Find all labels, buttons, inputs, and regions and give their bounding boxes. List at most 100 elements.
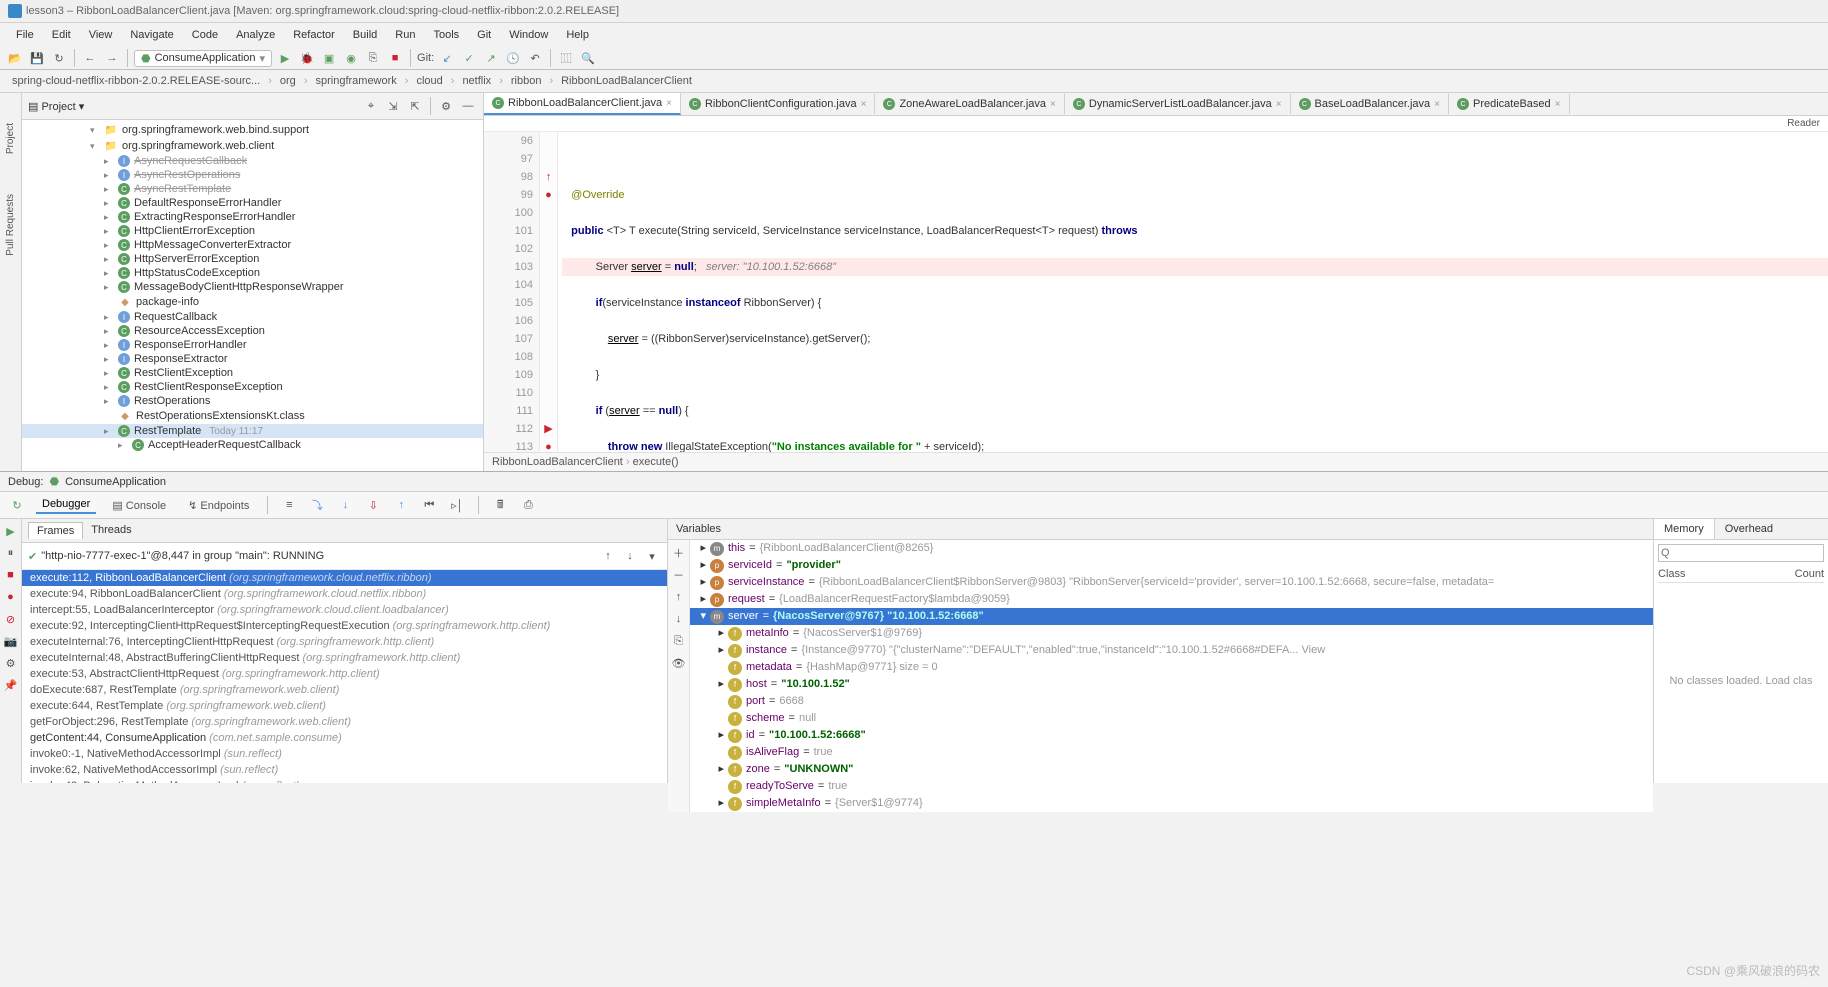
- menu-code[interactable]: Code: [184, 27, 226, 43]
- git-history-icon[interactable]: 🕓: [504, 49, 522, 67]
- variable-row[interactable]: f isAliveFlag = true: [690, 744, 1653, 761]
- menu-navigate[interactable]: Navigate: [122, 27, 181, 43]
- tree-item[interactable]: ▸CRestTemplateToday 11:17: [22, 424, 483, 438]
- frames-nav-icon[interactable]: ≡: [280, 496, 298, 514]
- stack-frame[interactable]: invoke:43, DelegatingMethodAccessorImpl …: [22, 778, 667, 783]
- run-icon[interactable]: ▶: [276, 49, 294, 67]
- tree-item[interactable]: ◆RestOperationsExtensionsKt.class: [22, 408, 483, 424]
- resume-icon[interactable]: ▶: [3, 523, 19, 539]
- breadcrumb-item[interactable]: ribbon: [507, 74, 546, 88]
- profile-icon[interactable]: ◉: [342, 49, 360, 67]
- variable-row[interactable]: ▸f instance = {Instance@9770} "{"cluster…: [690, 642, 1653, 659]
- menu-run[interactable]: Run: [387, 27, 423, 43]
- memory-search-input[interactable]: [1658, 544, 1824, 562]
- project-tool-tab[interactable]: Project: [5, 123, 16, 154]
- console-tab[interactable]: ▤ Console: [106, 497, 172, 514]
- collapse-all-icon[interactable]: ⇱: [406, 97, 424, 115]
- add-watch-icon[interactable]: ＋: [670, 544, 688, 562]
- tree-item[interactable]: ▸CHttpMessageConverterExtractor: [22, 238, 483, 252]
- git-rollback-icon[interactable]: ↶: [526, 49, 544, 67]
- menu-analyze[interactable]: Analyze: [228, 27, 283, 43]
- coverage-icon[interactable]: ▣: [320, 49, 338, 67]
- git-update-icon[interactable]: ↙: [438, 49, 456, 67]
- run-to-cursor-icon[interactable]: ▹│: [448, 496, 466, 514]
- overhead-tab[interactable]: Overhead: [1715, 519, 1783, 539]
- tree-item[interactable]: ▸IAsyncRequestCallback: [22, 154, 483, 168]
- search-icon[interactable]: 🔍: [579, 49, 597, 67]
- git-push-icon[interactable]: ↗: [482, 49, 500, 67]
- menu-build[interactable]: Build: [345, 27, 385, 43]
- stack-frame[interactable]: execute:112, RibbonLoadBalancerClient (o…: [22, 570, 667, 586]
- watch-up-icon[interactable]: ↑: [670, 588, 688, 606]
- stop-icon[interactable]: ■: [386, 49, 404, 67]
- tree-item[interactable]: ▸CRestClientException: [22, 366, 483, 380]
- stack-frame[interactable]: execute:94, RibbonLoadBalancerClient (or…: [22, 586, 667, 602]
- variable-row[interactable]: ▸f zone = "UNKNOWN": [690, 761, 1653, 778]
- run-config-selector[interactable]: ⬣ ConsumeApplication ▾: [134, 50, 272, 67]
- variable-row[interactable]: ▸f simpleMetaInfo = {Server$1@9774}: [690, 795, 1653, 812]
- tree-item[interactable]: ▸CRestClientResponseException: [22, 380, 483, 394]
- select-file-icon[interactable]: ⌖: [362, 97, 380, 115]
- editor-tab[interactable]: CRibbonClientConfiguration.java×: [681, 94, 876, 114]
- tree-item[interactable]: ◆package-info: [22, 294, 483, 310]
- code-breadcrumbs[interactable]: RibbonLoadBalancerClient › execute(): [484, 452, 1828, 471]
- attach-icon[interactable]: ⎘: [364, 49, 382, 67]
- close-tab-icon[interactable]: ×: [1434, 99, 1440, 110]
- step-out-icon[interactable]: ↑: [392, 496, 410, 514]
- close-tab-icon[interactable]: ×: [861, 99, 867, 110]
- close-tab-icon[interactable]: ×: [666, 98, 672, 109]
- variable-row[interactable]: ▸p serviceId = "provider": [690, 557, 1653, 574]
- tree-item[interactable]: ▸IResponseErrorHandler: [22, 338, 483, 352]
- sync-icon[interactable]: ↻: [50, 49, 68, 67]
- copy-watch-icon[interactable]: ⎘: [670, 632, 688, 650]
- stack-frame[interactable]: executeInternal:48, AbstractBufferingCli…: [22, 650, 667, 666]
- stack-frame[interactable]: executeInternal:76, InterceptingClientHt…: [22, 634, 667, 650]
- project-tree[interactable]: ▾📁org.springframework.web.bind.support▾📁…: [22, 120, 483, 471]
- breakpoints-icon[interactable]: ●: [3, 589, 19, 605]
- breadcrumb-item[interactable]: cloud: [412, 74, 446, 88]
- stack-frame[interactable]: execute:644, RestTemplate (org.springfra…: [22, 698, 667, 714]
- variable-row[interactable]: ▸f metaInfo = {NacosServer$1@9769}: [690, 625, 1653, 642]
- editor-tab[interactable]: CDynamicServerListLoadBalancer.java×: [1065, 94, 1291, 114]
- tree-item[interactable]: ▸CHttpServerErrorException: [22, 252, 483, 266]
- variable-row[interactable]: f readyToServe = true: [690, 778, 1653, 795]
- code-editor[interactable]: @Override public <T> T execute(String se…: [558, 132, 1828, 452]
- pin-icon[interactable]: 📌: [3, 677, 19, 693]
- show-watches-icon[interactable]: 👁: [670, 654, 688, 672]
- breadcrumb-item[interactable]: spring-cloud-netflix-ribbon-2.0.2.RELEAS…: [8, 74, 264, 88]
- stack-frame[interactable]: execute:53, AbstractClientHttpRequest (o…: [22, 666, 667, 682]
- debug-icon[interactable]: 🐞: [298, 49, 316, 67]
- open-icon[interactable]: 📂: [6, 49, 24, 67]
- tree-item[interactable]: ▸CHttpStatusCodeException: [22, 266, 483, 280]
- editor-tab[interactable]: CRibbonLoadBalancerClient.java×: [484, 93, 681, 115]
- tree-item[interactable]: ▸CHttpClientErrorException: [22, 224, 483, 238]
- evaluate-icon[interactable]: 🖩: [491, 496, 509, 514]
- menu-window[interactable]: Window: [501, 27, 556, 43]
- pull-requests-tool-tab[interactable]: Pull Requests: [5, 194, 16, 256]
- tree-item[interactable]: ▸CAcceptHeaderRequestCallback: [22, 438, 483, 452]
- remove-watch-icon[interactable]: －: [670, 566, 688, 584]
- breadcrumb-item[interactable]: org: [276, 74, 300, 88]
- threads-subtab[interactable]: Threads: [83, 522, 139, 539]
- frames-list[interactable]: execute:112, RibbonLoadBalancerClient (o…: [22, 570, 667, 783]
- variable-row[interactable]: f metadata = {HashMap@9771} size = 0: [690, 659, 1653, 676]
- variable-row[interactable]: f scheme = null: [690, 710, 1653, 727]
- thread-selector[interactable]: ✔ "http-nio-7777-exec-1"@8,447 in group …: [22, 543, 667, 570]
- thread-prev-icon[interactable]: ↑: [599, 547, 617, 565]
- tree-item[interactable]: ▸CDefaultResponseErrorHandler: [22, 196, 483, 210]
- structure-icon[interactable]: ⿲: [557, 49, 575, 67]
- tree-item[interactable]: ▾📁org.springframework.web.bind.support: [22, 122, 483, 138]
- tree-item[interactable]: ▸IAsyncRestOperations: [22, 168, 483, 182]
- expand-all-icon[interactable]: ⇲: [384, 97, 402, 115]
- frames-subtab[interactable]: Frames: [28, 522, 83, 539]
- tree-item[interactable]: ▸IResponseExtractor: [22, 352, 483, 366]
- pause-icon[interactable]: ⏸: [3, 545, 19, 561]
- stop-debug-icon[interactable]: ■: [3, 567, 19, 583]
- editor-tab[interactable]: CBaseLoadBalancer.java×: [1291, 94, 1449, 114]
- back-icon[interactable]: ←: [81, 49, 99, 67]
- step-over-icon[interactable]: ⤵: [308, 496, 326, 514]
- tree-item[interactable]: ▸IRequestCallback: [22, 310, 483, 324]
- menu-help[interactable]: Help: [558, 27, 597, 43]
- breadcrumb-item[interactable]: RibbonLoadBalancerClient: [557, 74, 696, 88]
- menu-tools[interactable]: Tools: [425, 27, 467, 43]
